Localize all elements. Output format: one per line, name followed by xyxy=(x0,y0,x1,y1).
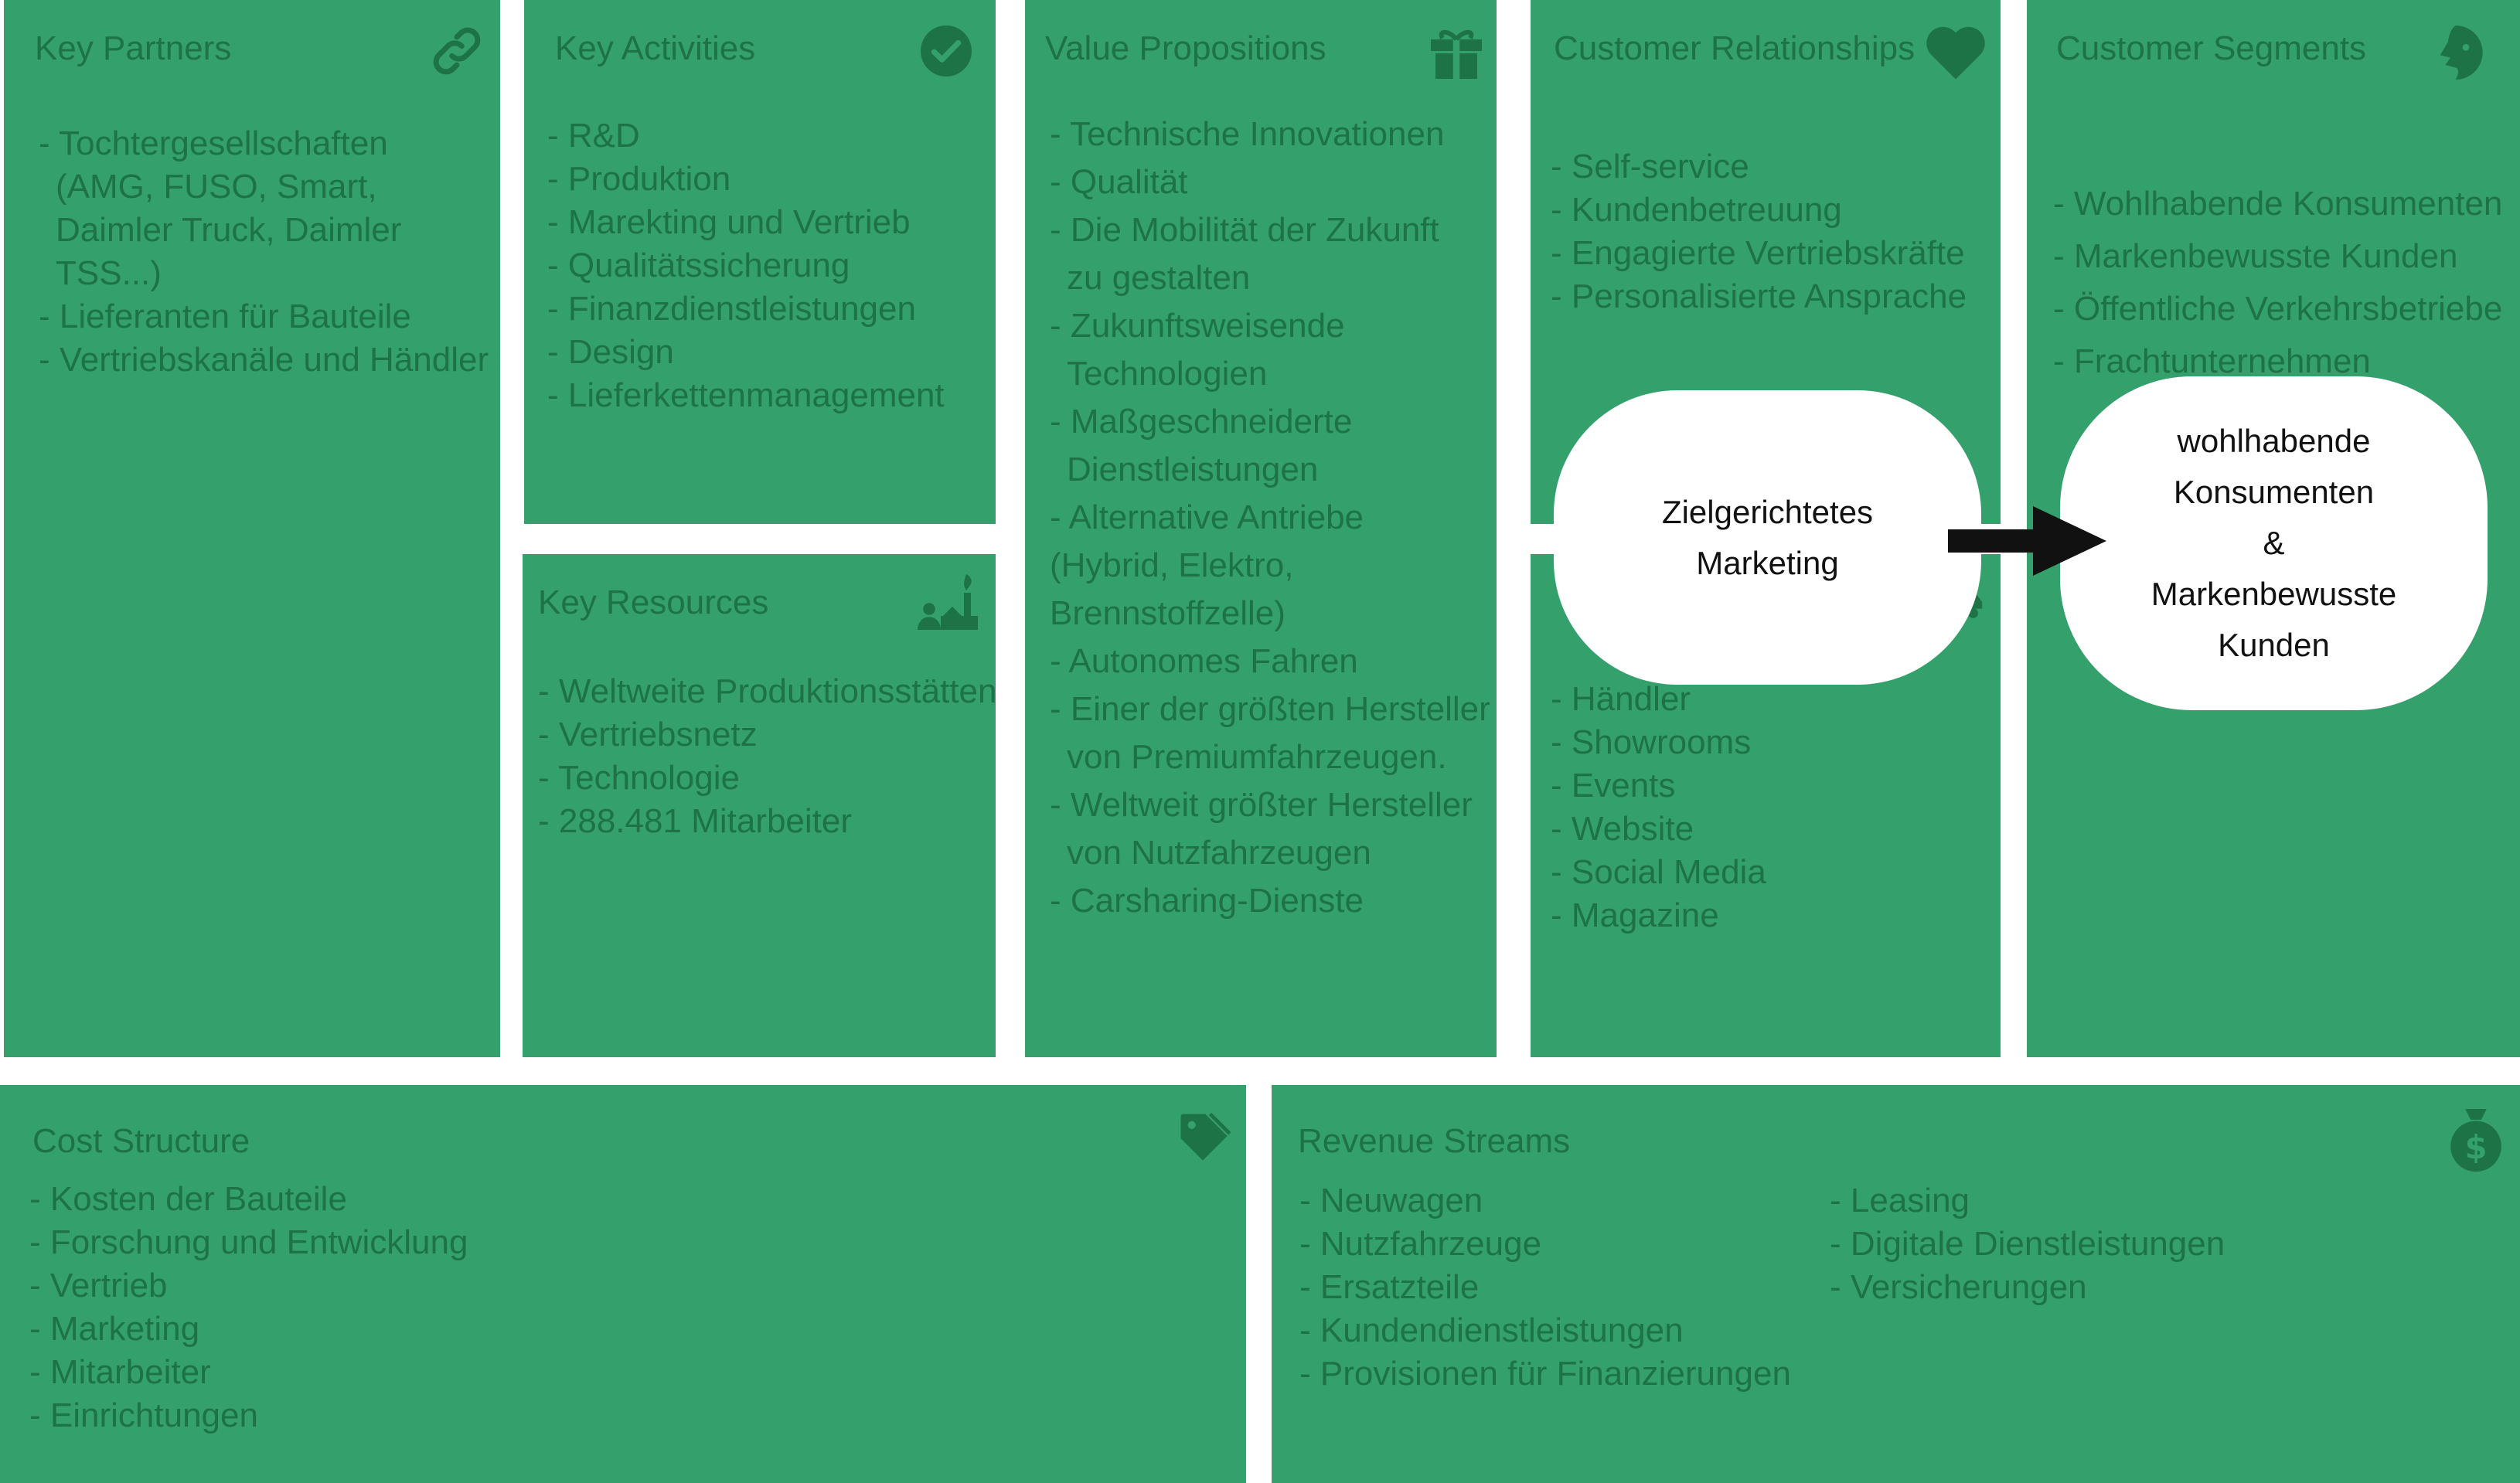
key-partners-panel: Key Partners Tochtergesellschaften (AMG,… xyxy=(4,0,500,1057)
list-item: 288.481 Mitarbeiter xyxy=(538,800,996,843)
arrow-icon xyxy=(1948,506,2106,576)
list-item: Weltweit größter Hersteller von Nutzfahr… xyxy=(1050,781,1500,877)
revenue-streams-list-left: Neuwagen Nutzfahrzeuge Ersatzteile Kunde… xyxy=(1299,1179,1791,1396)
customer-relationships-list: Self-service Kundenbetreuung Engagierte … xyxy=(1551,145,1967,318)
list-item: Lieferkettenmanagement xyxy=(547,374,945,417)
list-item: Markenbewusste Kunden xyxy=(2053,230,2502,283)
customer-segments-list: Wohlhabende Konsumenten Markenbewusste K… xyxy=(2053,178,2503,388)
list-item: Qualitätssicherung xyxy=(547,244,945,287)
list-item: Alternative Antriebe (Hybrid, Elektro, B… xyxy=(1050,494,1374,638)
list-item: Provisionen für Finanzierungen xyxy=(1299,1352,1791,1396)
key-activities-list: R&D Produktion Marekting und Vertrieb Qu… xyxy=(547,114,945,417)
key-partners-title: Key Partners xyxy=(35,29,232,67)
cost-structure-list: Kosten der Bauteile Forschung und Entwic… xyxy=(29,1178,468,1437)
key-partners-list: Tochtergesellschaften (AMG, FUSO, Smart,… xyxy=(39,122,495,382)
list-item: Nutzfahrzeuge xyxy=(1299,1223,1791,1266)
list-item: Kundendienstleistungen xyxy=(1299,1309,1791,1352)
list-item: Mitarbeiter xyxy=(29,1351,468,1394)
list-item: Vertrieb xyxy=(29,1264,468,1308)
customer-segments-title: Customer Segments xyxy=(2056,29,2367,67)
target-segment-callout: wohlhabende Konsumenten & Markenbewusste… xyxy=(2060,376,2488,710)
value-propositions-panel: Value Propositions Technische Innovation… xyxy=(1025,0,1497,1057)
list-item: Weltweite Produktionsstätten xyxy=(538,670,997,713)
factory-worker-icon xyxy=(913,570,982,639)
list-item: R&D xyxy=(547,114,945,158)
list-item: Qualität xyxy=(1050,158,1483,206)
list-item: Vertriebskanäle und Händler xyxy=(39,338,495,382)
list-item: Magazine xyxy=(1551,894,1766,937)
revenue-streams-title: Revenue Streams xyxy=(1298,1122,1571,1160)
key-activities-panel: Key Activities R&D Produktion Marekting … xyxy=(524,0,996,524)
heart-icon xyxy=(1923,23,1988,82)
list-item: Vertriebsnetz xyxy=(538,713,996,757)
key-resources-title: Key Resources xyxy=(538,583,769,621)
list-item: Technologie xyxy=(538,757,996,800)
list-item: Kundenbetreuung xyxy=(1551,189,1967,232)
check-circle-icon xyxy=(918,23,974,79)
list-item: Social Media xyxy=(1551,851,1766,894)
list-item: Leasing xyxy=(1830,1179,2225,1223)
list-item: Lieferanten für Bauteile xyxy=(39,295,495,338)
list-item: Einrichtungen xyxy=(29,1394,468,1437)
list-item: Marekting und Vertrieb xyxy=(547,201,945,244)
svg-text:$: $ xyxy=(2465,1129,2488,1166)
list-item: Forschung und Entwicklung xyxy=(29,1221,468,1264)
key-activities-title: Key Activities xyxy=(555,29,756,67)
channels-list: Händler Showrooms Events Website Social … xyxy=(1551,678,1766,937)
list-item: Einer der größten Hersteller von Premium… xyxy=(1050,685,1507,781)
face-icon xyxy=(2432,22,2500,83)
value-propositions-title: Value Propositions xyxy=(1045,29,1326,67)
list-item: Versicherungen xyxy=(1830,1266,2225,1309)
revenue-streams-list-right: Leasing Digitale Dienstleistungen Versic… xyxy=(1830,1179,2225,1309)
list-item: Website xyxy=(1551,808,1766,851)
customer-relationships-title: Customer Relationships xyxy=(1554,29,1916,67)
list-item: Technische Innovationen xyxy=(1050,111,1483,158)
list-item: Self-service xyxy=(1551,145,1967,189)
list-item: Personalisierte Ansprache xyxy=(1551,275,1967,318)
revenue-streams-panel: Revenue Streams $ Neuwagen Nutzfahrzeuge… xyxy=(1272,1085,2520,1483)
tag-icon xyxy=(1173,1107,1232,1165)
list-item: Zukunftsweisende Technologien xyxy=(1050,302,1407,398)
cost-structure-title: Cost Structure xyxy=(32,1122,250,1160)
list-item: Produktion xyxy=(547,158,945,201)
list-item: Öffentliche Verkehrsbetriebe xyxy=(2053,283,2502,335)
list-item: Neuwagen xyxy=(1299,1179,1791,1223)
marketing-callout: Zielgerichtetes Marketing xyxy=(1554,390,1981,685)
list-item: Design xyxy=(547,331,945,374)
list-item: Ersatzteile xyxy=(1299,1266,1791,1309)
value-propositions-list: Technische Innovationen Qualität Die Mob… xyxy=(1050,111,1490,925)
key-resources-panel: Key Resources Weltweite Produktionsstätt… xyxy=(523,554,996,1057)
cost-structure-panel: Cost Structure Kosten der Bauteile Forsc… xyxy=(0,1085,1246,1483)
list-item: Die Mobilität der Zukunft zu gestalten xyxy=(1050,206,1469,302)
list-item: Engagierte Vertriebskräfte xyxy=(1551,232,1967,275)
money-bag-icon: $ xyxy=(2447,1104,2505,1173)
list-item: Carsharing-Dienste xyxy=(1050,877,1483,925)
list-item: Events xyxy=(1551,764,1766,808)
list-item: Tochtergesellschaften (AMG, FUSO, Smart,… xyxy=(39,122,495,295)
gift-icon xyxy=(1429,20,1484,82)
target-segment-callout-text: wohlhabende Konsumenten & Markenbewusste… xyxy=(2151,423,2397,663)
list-item: Wohlhabende Konsumenten xyxy=(2053,178,2503,230)
marketing-callout-text: Zielgerichtetes Marketing xyxy=(1661,493,1874,581)
key-resources-list: Weltweite Produktionsstätten Vertriebsne… xyxy=(538,670,996,843)
list-item: Finanzdienstleistungen xyxy=(547,287,945,331)
list-item: Digitale Dienstleistungen xyxy=(1830,1223,2225,1266)
link-icon xyxy=(427,22,486,80)
list-item: Kosten der Bauteile xyxy=(29,1178,468,1221)
list-item: Autonomes Fahren xyxy=(1050,638,1483,685)
list-item: Maßgeschneiderte Dienstleistungen xyxy=(1050,398,1407,494)
list-item: Marketing xyxy=(29,1308,468,1351)
list-item: Showrooms xyxy=(1551,721,1766,764)
